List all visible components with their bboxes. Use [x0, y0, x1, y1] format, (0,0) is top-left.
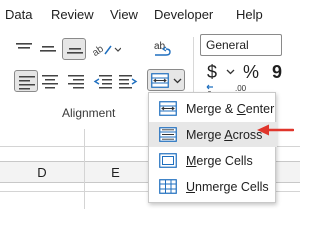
increase-indent-icon[interactable]	[118, 73, 138, 89]
alignment-group-label: Alignment	[62, 106, 116, 120]
unmerge-cells-icon	[159, 179, 177, 194]
tab-help[interactable]: Help	[236, 7, 263, 22]
excel-ribbon-screenshot: Data Review View Developer Help ab ab Al…	[0, 0, 300, 209]
tab-data[interactable]: Data	[5, 7, 32, 22]
column-header-d[interactable]: D	[0, 161, 84, 183]
svg-text:ab: ab	[154, 41, 166, 52]
currency-symbol[interactable]: $	[207, 62, 217, 82]
menu-item-label: Merge Across	[186, 128, 263, 142]
number-format-value: General	[206, 38, 249, 52]
chevron-down-icon	[173, 78, 182, 84]
merge-dropdown-menu: Merge & Center Merge Across Merge Cells	[148, 92, 277, 203]
grid-col-line	[84, 129, 85, 209]
align-left-icon	[19, 76, 35, 90]
tab-review[interactable]: Review	[51, 7, 94, 22]
bottom-align-button[interactable]	[62, 38, 86, 60]
top-align-icon[interactable]	[15, 42, 33, 56]
column-label-e: E	[111, 165, 120, 180]
percent-symbol[interactable]: %	[243, 62, 259, 82]
align-left-button[interactable]	[14, 70, 38, 92]
merge-cells-icon	[159, 153, 177, 168]
bottom-align-icon	[67, 48, 83, 54]
merge-center-icon	[151, 73, 169, 88]
tab-developer[interactable]: Developer	[154, 7, 213, 22]
column-label-d: D	[37, 165, 47, 180]
merge-center-button[interactable]	[147, 69, 185, 91]
menu-item-unmerge-cells[interactable]: Unmerge Cells	[149, 174, 277, 199]
tab-view[interactable]: View	[110, 7, 138, 22]
annotation-arrow-icon	[257, 124, 294, 136]
menu-item-label: Unmerge Cells	[186, 180, 269, 194]
column-header-e[interactable]: E	[84, 161, 147, 183]
comma-style-button[interactable]: 9	[272, 62, 282, 82]
currency-chevron-icon[interactable]	[226, 69, 235, 75]
middle-align-icon[interactable]	[39, 42, 57, 56]
decrease-indent-icon[interactable]	[93, 73, 113, 89]
ribbon-tabs: Data Review View Developer Help	[0, 0, 300, 25]
menu-item-label: Merge & Center	[186, 102, 275, 116]
number-format-dropdown[interactable]: General	[200, 34, 282, 56]
wrap-text-icon[interactable]: ab	[152, 40, 174, 60]
svg-text:ab: ab	[91, 43, 106, 58]
align-center-icon[interactable]	[41, 73, 59, 89]
menu-item-merge-cells[interactable]: Merge Cells	[149, 148, 277, 173]
menu-item-merge-center[interactable]: Merge & Center	[149, 96, 277, 121]
menu-item-label: Merge Cells	[186, 154, 253, 168]
align-right-icon[interactable]	[67, 73, 85, 89]
merge-across-icon	[159, 127, 177, 142]
merge-center-icon	[159, 101, 177, 116]
orientation-icon[interactable]: ab	[91, 40, 121, 58]
